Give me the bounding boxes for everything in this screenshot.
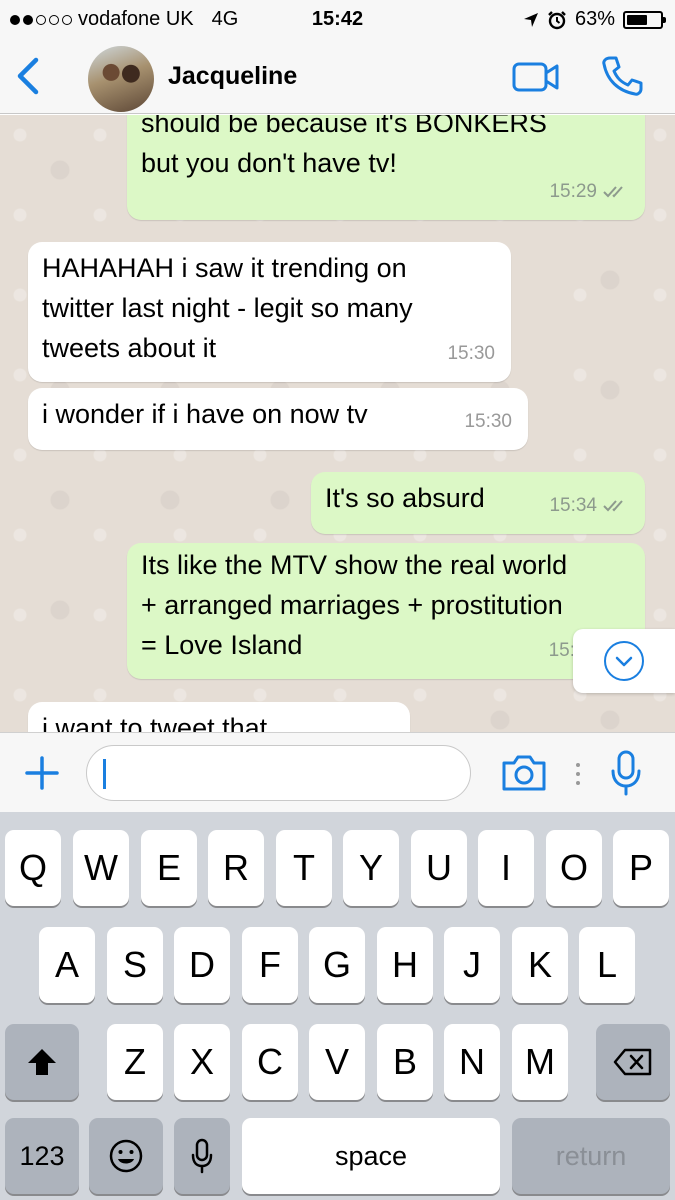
message-input[interactable] <box>86 745 471 801</box>
message-meta: 15: <box>549 631 575 671</box>
phone-icon <box>602 56 643 96</box>
message-bubble-out[interactable]: Its like the MTV show the real world + a… <box>127 543 645 679</box>
location-arrow-icon <box>523 12 538 27</box>
emoji-face-icon <box>109 1139 143 1173</box>
video-call-button[interactable] <box>512 60 560 94</box>
plus-icon <box>25 756 59 790</box>
voice-call-button[interactable] <box>600 54 644 98</box>
message-time: 15: <box>548 640 575 661</box>
message-bubble-out[interactable]: should be because it's BONKERS but you d… <box>127 115 645 220</box>
space-key[interactable]: space <box>242 1118 500 1194</box>
key-m[interactable]: M <box>512 1024 568 1100</box>
attach-button[interactable] <box>24 755 60 791</box>
key-n[interactable]: N <box>444 1024 500 1100</box>
message-time: 15:30 <box>447 343 495 364</box>
key-v[interactable]: V <box>309 1024 365 1100</box>
key-a[interactable]: A <box>39 927 95 1003</box>
scroll-circle <box>604 641 644 681</box>
message-time: 15:30 <box>464 411 512 432</box>
key-g[interactable]: G <box>309 927 365 1003</box>
chat-header: Jacqueline <box>0 40 675 114</box>
key-o[interactable]: O <box>546 830 602 906</box>
dictation-key[interactable] <box>174 1118 230 1194</box>
chevron-down-icon <box>615 656 633 667</box>
message-meta: 15:34 <box>549 486 629 526</box>
microphone-icon <box>611 750 641 796</box>
message-meta: 15:30 <box>447 334 495 374</box>
alarm-clock-icon <box>548 10 566 29</box>
key-l[interactable]: L <box>579 927 635 1003</box>
shift-key[interactable] <box>5 1024 79 1100</box>
microphone-icon <box>191 1138 213 1174</box>
battery-percent: 63% <box>574 8 615 30</box>
battery-icon <box>623 10 666 29</box>
key-q[interactable]: Q <box>5 830 61 906</box>
key-w[interactable]: W <box>73 830 129 906</box>
camera-button[interactable] <box>500 753 548 793</box>
backspace-icon <box>613 1048 652 1076</box>
key-f[interactable]: F <box>242 927 298 1003</box>
key-p[interactable]: P <box>613 830 669 906</box>
key-c[interactable]: C <box>242 1024 298 1100</box>
emoji-key[interactable] <box>89 1118 163 1194</box>
key-x[interactable]: X <box>174 1024 230 1100</box>
message-bubble-out[interactable]: It's so absurd 15:34 <box>311 472 645 534</box>
voice-message-button[interactable] <box>608 749 644 797</box>
status-right: 63% <box>523 8 666 31</box>
message-composer <box>0 732 675 812</box>
contact-name[interactable]: Jacqueline <box>168 62 297 91</box>
video-camera-icon <box>512 62 559 92</box>
scroll-to-bottom-button[interactable] <box>573 629 675 693</box>
key-r[interactable]: R <box>208 830 264 906</box>
keyboard: Q W E R T Y U I O P A S D F G H J K L Z … <box>0 812 675 1200</box>
key-y[interactable]: Y <box>343 830 399 906</box>
status-bar: vodafone UK 4G 15:42 63% <box>0 0 675 40</box>
separator-dots-icon <box>575 761 581 787</box>
contact-avatar[interactable] <box>88 46 154 112</box>
message-meta: 15:29 <box>549 172 629 212</box>
message-meta: 15:30 <box>464 402 512 442</box>
key-t[interactable]: T <box>276 830 332 906</box>
message-text: i wonder if i have on now tv <box>42 399 368 429</box>
key-i[interactable]: I <box>478 830 534 906</box>
double-check-icon <box>603 500 623 512</box>
key-s[interactable]: S <box>107 927 163 1003</box>
text-caret <box>103 759 106 789</box>
message-bubble-in[interactable]: HAHAHAH i saw it trending on twitter las… <box>28 242 511 382</box>
key-b[interactable]: B <box>377 1024 433 1100</box>
key-z[interactable]: Z <box>107 1024 163 1100</box>
shift-arrow-icon <box>28 1049 56 1075</box>
key-u[interactable]: U <box>411 830 467 906</box>
key-h[interactable]: H <box>377 927 433 1003</box>
key-d[interactable]: D <box>174 927 230 1003</box>
message-text: i want to tweet that <box>42 713 268 732</box>
chat-messages[interactable]: should be because it's BONKERS but you d… <box>0 115 675 732</box>
message-bubble-in[interactable]: i want to tweet that <box>28 702 410 732</box>
chevron-left-icon <box>17 57 39 95</box>
key-j[interactable]: J <box>444 927 500 1003</box>
message-time: 15:29 <box>549 181 597 202</box>
numbers-key[interactable]: 123 <box>5 1118 79 1194</box>
camera-icon <box>502 755 546 791</box>
key-k[interactable]: K <box>512 927 568 1003</box>
backspace-key[interactable] <box>596 1024 670 1100</box>
message-text: HAHAHAH i saw it trending on twitter las… <box>42 253 413 363</box>
key-e[interactable]: E <box>141 830 197 906</box>
back-button[interactable] <box>10 56 46 96</box>
return-key[interactable]: return <box>512 1118 670 1194</box>
message-time: 15:34 <box>549 495 597 516</box>
double-check-icon <box>603 186 623 198</box>
message-bubble-in[interactable]: i wonder if i have on now tv 15:30 <box>28 388 528 450</box>
